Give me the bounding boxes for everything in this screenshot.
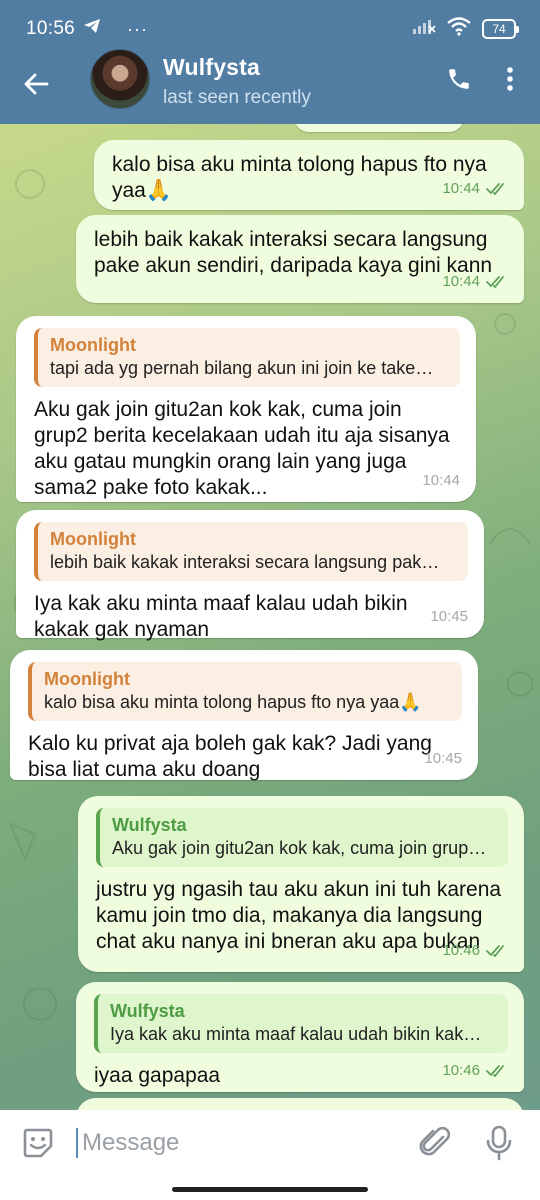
back-button[interactable] — [0, 51, 72, 117]
peer-name: Wulfysta — [163, 53, 261, 80]
reply-preview[interactable]: Moonlight tapi ada yg pernah bilang akun… — [34, 328, 460, 387]
reply-text: Iya kak aku minta maaf kalau udah bikin … — [110, 1024, 482, 1044]
reply-author: Moonlight — [50, 335, 136, 355]
menu-button[interactable] — [506, 66, 514, 97]
paperclip-icon — [419, 1126, 451, 1156]
header-actions — [446, 66, 514, 97]
wifi-icon — [446, 16, 472, 42]
home-indicator — [172, 1187, 368, 1192]
message-meta: 10:45 — [430, 604, 468, 630]
status-time: 10:56 — [26, 18, 76, 39]
message-input[interactable] — [76, 1128, 410, 1158]
mic-button[interactable] — [474, 1125, 524, 1161]
message-outgoing[interactable]: lebih baik kakak interaksi secara langsu… — [76, 215, 524, 303]
message-incoming[interactable]: Moonlight kalo bisa aku minta tolong hap… — [10, 650, 478, 781]
peer-info[interactable]: Wulfysta last seen recently — [163, 54, 311, 109]
status-left: 10:56 ··· — [26, 18, 148, 40]
next-message-edge — [76, 1098, 524, 1110]
reply-text: tapi ada yg pernah bilang akun ini join … — [50, 358, 434, 378]
previous-message-edge — [294, 124, 464, 132]
message-meta: 10:46 — [442, 1058, 508, 1084]
battery-indicator: 74 — [482, 19, 519, 39]
double-check-icon — [486, 945, 504, 957]
message-meta: 10:44 — [442, 176, 508, 202]
double-check-icon — [486, 183, 504, 195]
reply-preview[interactable]: Moonlight kalo bisa aku minta tolong hap… — [28, 662, 462, 721]
message-text: Iya kak aku minta maaf kalau udah bikin … — [34, 592, 408, 641]
status-dots: ··· — [127, 18, 149, 39]
double-check-icon — [486, 276, 504, 288]
telegram-send-icon — [83, 18, 101, 40]
message-time: 10:44 — [422, 472, 460, 489]
message-time: 10:44 — [442, 180, 480, 197]
message-time: 10:44 — [442, 273, 480, 290]
call-button[interactable] — [446, 66, 472, 97]
avatar[interactable] — [90, 49, 150, 109]
message-meta: 10:46 — [442, 938, 508, 964]
arrow-left-icon — [24, 73, 49, 95]
message-incoming[interactable]: Moonlight tapi ada yg pernah bilang akun… — [16, 316, 476, 502]
status-right: 74 — [412, 16, 519, 42]
reply-author: Moonlight — [44, 669, 130, 689]
sticker-icon — [23, 1128, 53, 1158]
message-text: Aku gak join gitu2an kok kak, cuma join … — [34, 398, 450, 499]
message-time: 10:46 — [442, 1062, 480, 1079]
reply-text: lebih baik kakak interaksi secara langsu… — [50, 552, 440, 572]
reply-text: Aku gak join gitu2an kok kak, cuma join … — [112, 838, 487, 858]
chat-header: Wulfysta last seen recently — [0, 49, 540, 124]
chat-area[interactable]: kalo bisa aku minta tolong hapus fto nya… — [0, 124, 540, 1110]
reply-author: Wulfysta — [112, 815, 187, 835]
peer-status: last seen recently — [163, 86, 311, 108]
message-time: 10:45 — [430, 608, 468, 625]
message-outgoing[interactable]: Wulfysta Aku gak join gitu2an kok kak, c… — [78, 796, 524, 972]
message-time: 10:46 — [442, 942, 480, 959]
attach-button[interactable] — [410, 1126, 460, 1160]
top-bar: 10:56 ··· 74 Wulfysta last seen recently — [0, 0, 540, 124]
message-meta: 10:44 — [422, 468, 460, 494]
message-text: Kalo ku privat aja boleh gak kak? Jadi y… — [28, 732, 432, 781]
double-check-icon — [486, 1065, 504, 1077]
reply-author: Wulfysta — [110, 1001, 185, 1021]
message-meta: 10:44 — [442, 269, 508, 295]
reply-preview[interactable]: Moonlight lebih baik kakak interaksi sec… — [34, 522, 468, 581]
microphone-icon — [486, 1125, 512, 1161]
more-vertical-icon — [507, 66, 513, 91]
status-bar: 10:56 ··· 74 — [0, 0, 540, 58]
message-incoming[interactable]: Moonlight lebih baik kakak interaksi sec… — [16, 510, 484, 641]
message-outgoing[interactable]: Wulfysta Iya kak aku minta maaf kalau ud… — [76, 982, 524, 1092]
reply-preview[interactable]: Wulfysta Aku gak join gitu2an kok kak, c… — [96, 808, 508, 867]
message-time: 10:45 — [424, 750, 462, 767]
reply-text: kalo bisa aku minta tolong hapus fto nya… — [44, 692, 422, 712]
phone-icon — [449, 68, 469, 89]
reply-author: Moonlight — [50, 529, 136, 549]
message-outgoing[interactable]: kalo bisa aku minta tolong hapus fto nya… — [94, 140, 524, 210]
message-meta: 10:45 — [424, 746, 462, 772]
reply-preview[interactable]: Wulfysta Iya kak aku minta maaf kalau ud… — [94, 994, 508, 1053]
signal-icon — [412, 17, 436, 41]
emoji-button[interactable] — [0, 1126, 76, 1160]
